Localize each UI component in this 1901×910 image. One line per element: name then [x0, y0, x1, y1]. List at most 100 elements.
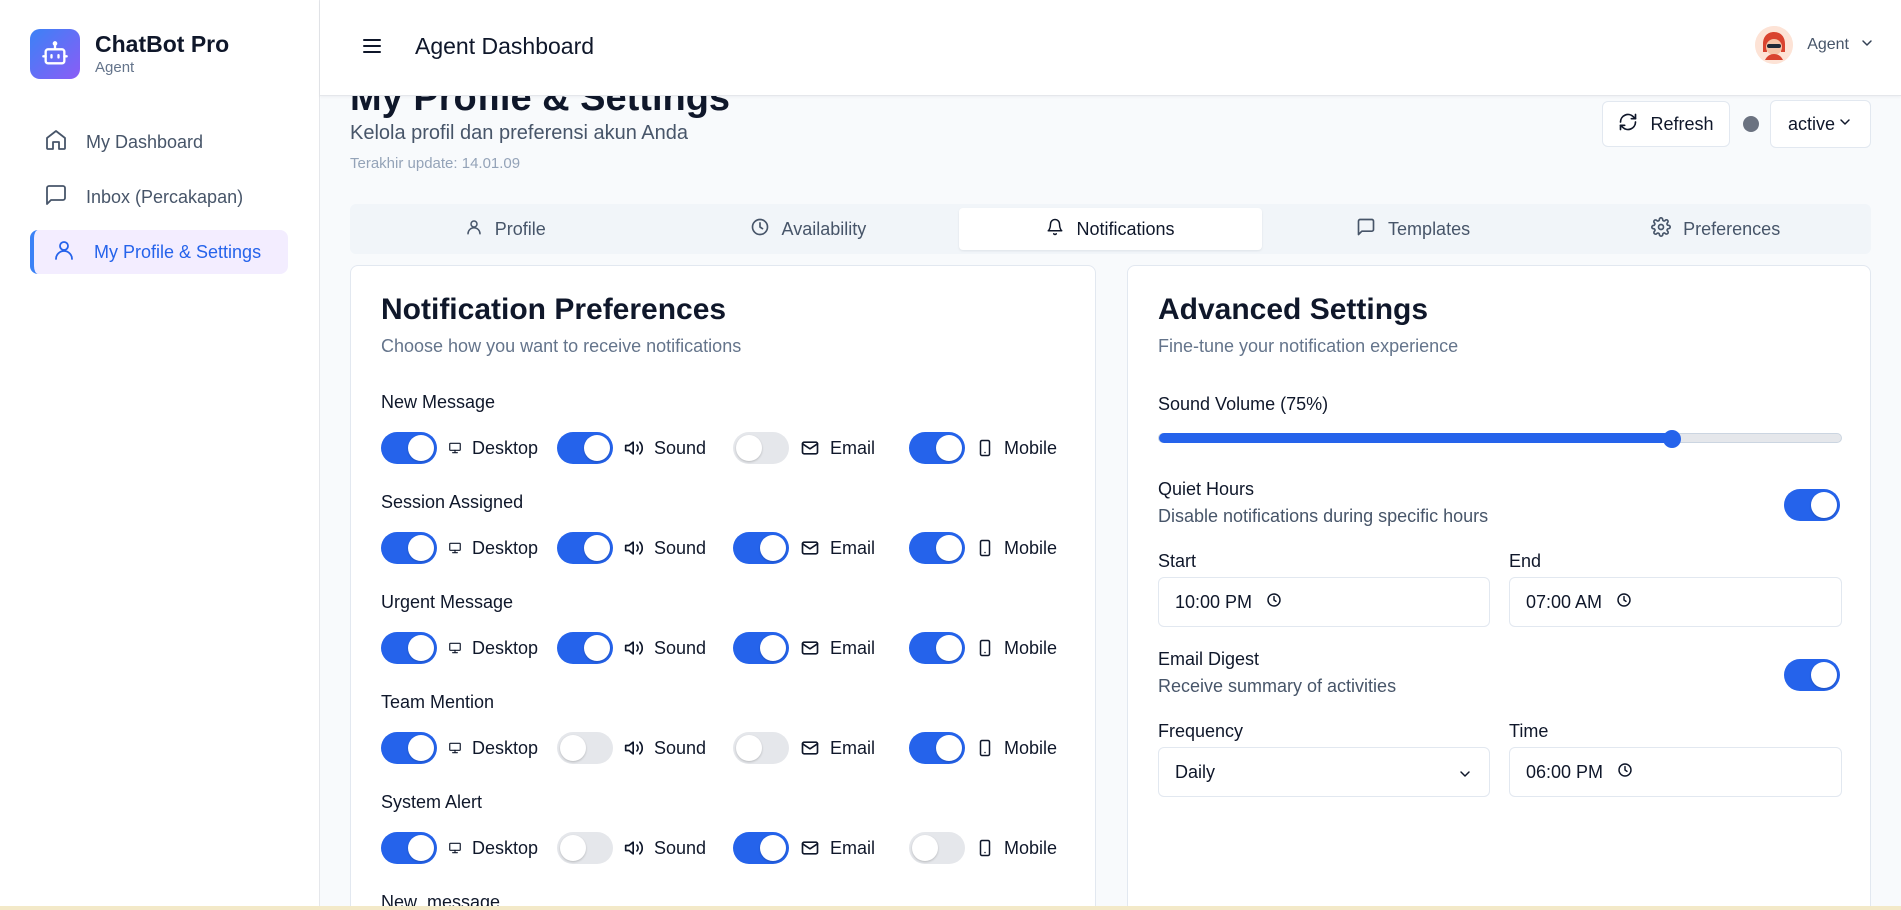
- gear-icon: [1651, 216, 1683, 242]
- toggle-switch[interactable]: [381, 832, 437, 864]
- tab-label: Availability: [781, 218, 867, 239]
- start-label: Start: [1158, 551, 1197, 571]
- toggle-switch[interactable]: [909, 732, 965, 764]
- sound-volume-label: Sound Volume (75%): [1158, 394, 1329, 414]
- sound-toggle[interactable]: Sound: [557, 732, 706, 764]
- start-time-input[interactable]: 10:00 PM: [1158, 577, 1490, 627]
- mobile-toggle[interactable]: Mobile: [909, 432, 1057, 464]
- toggle-knob: [408, 735, 434, 761]
- desktop-toggle[interactable]: Desktop: [381, 432, 538, 464]
- toggle-switch[interactable]: [733, 532, 789, 564]
- menu-button[interactable]: [360, 34, 384, 63]
- toggle-knob: [408, 435, 434, 461]
- email-digest-toggle[interactable]: [1784, 659, 1840, 691]
- desktop-toggle[interactable]: Desktop: [381, 832, 538, 864]
- toggle-switch[interactable]: [381, 732, 437, 764]
- email-toggle[interactable]: Email: [733, 632, 875, 664]
- email-digest-desc: Receive summary of activities: [1158, 676, 1397, 696]
- sound-toggle[interactable]: Sound: [557, 632, 706, 664]
- mobile-toggle[interactable]: Mobile: [909, 632, 1057, 664]
- end-time-input[interactable]: 07:00 AM: [1509, 577, 1842, 627]
- sound-toggle[interactable]: Sound: [557, 432, 706, 464]
- desktop-toggle[interactable]: Desktop: [381, 532, 538, 564]
- toggle-switch[interactable]: [909, 832, 965, 864]
- channel-label: Email: [830, 637, 876, 658]
- toggle-switch[interactable]: [909, 632, 965, 664]
- chevron-down-icon: [1835, 114, 1853, 135]
- speaker-icon: [624, 738, 644, 758]
- toggle-switch[interactable]: [733, 632, 789, 664]
- sidebar: ChatBot Pro Agent My Dashboard Inbox (Pe…: [0, 0, 320, 910]
- chat-bubble-icon: [1356, 217, 1388, 242]
- mail-icon: [800, 438, 820, 458]
- toggle-switch[interactable]: [1784, 489, 1840, 521]
- desktop-toggle[interactable]: Desktop: [381, 632, 538, 664]
- digest-time-value: 06:00 PM: [1526, 761, 1604, 782]
- quiet-hours-toggle[interactable]: [1784, 489, 1840, 521]
- speaker-icon: [624, 838, 644, 858]
- tab-label: Preferences: [1683, 218, 1781, 239]
- tab-templates[interactable]: Templates: [1262, 208, 1565, 250]
- card-title: Advanced Settings: [1158, 293, 1429, 326]
- refresh-button[interactable]: Refresh: [1602, 101, 1730, 147]
- toggle-knob: [936, 535, 962, 561]
- time-label: Time: [1509, 721, 1549, 741]
- tab-profile[interactable]: Profile: [354, 208, 657, 250]
- toggle-switch[interactable]: [909, 432, 965, 464]
- toggle-switch[interactable]: [557, 732, 613, 764]
- start-time-value: 10:00 PM: [1175, 591, 1253, 612]
- notification-group-label: Urgent Message: [381, 592, 514, 612]
- notification-group: System Alert Desktop Sound Email Mobile: [381, 792, 1071, 864]
- toggle-switch[interactable]: [733, 432, 789, 464]
- end-time-value: 07:00 AM: [1526, 591, 1603, 612]
- toggle-switch[interactable]: [733, 832, 789, 864]
- desktop-toggle[interactable]: Desktop: [381, 732, 538, 764]
- sound-toggle[interactable]: Sound: [557, 532, 706, 564]
- smartphone-icon: [976, 538, 994, 558]
- toggle-switch[interactable]: [557, 432, 613, 464]
- user-menu[interactable]: Agent: [1755, 26, 1875, 64]
- advanced-settings-card: Advanced Settings Fine-tune your notific…: [1127, 265, 1871, 910]
- sound-toggle[interactable]: Sound: [557, 832, 706, 864]
- tab-preferences[interactable]: Preferences: [1564, 208, 1867, 250]
- clock-icon: [1252, 592, 1282, 613]
- toggle-switch[interactable]: [381, 532, 437, 564]
- email-toggle[interactable]: Email: [733, 832, 875, 864]
- slider-thumb[interactable]: [1663, 430, 1681, 448]
- bottom-edge: [0, 906, 1901, 910]
- card-title: Notification Preferences: [381, 293, 727, 326]
- toggle-switch[interactable]: [557, 832, 613, 864]
- toggle-switch[interactable]: [909, 532, 965, 564]
- brand[interactable]: ChatBot Pro Agent: [30, 29, 229, 79]
- channel-label: Desktop: [472, 437, 539, 458]
- mobile-toggle[interactable]: Mobile: [909, 732, 1057, 764]
- sidebar-item-profile-settings[interactable]: My Profile & Settings: [30, 230, 288, 274]
- email-toggle[interactable]: Email: [733, 732, 875, 764]
- page-subtitle: Kelola profil dan preferensi akun Anda: [350, 122, 689, 144]
- monitor-icon: [448, 441, 462, 455]
- frequency-select[interactable]: Daily: [1158, 747, 1490, 797]
- sound-volume-slider[interactable]: [1158, 430, 1842, 448]
- mobile-toggle[interactable]: Mobile: [909, 532, 1057, 564]
- digest-time-input[interactable]: 06:00 PM: [1509, 747, 1842, 797]
- toggle-switch[interactable]: [1784, 659, 1840, 691]
- email-toggle[interactable]: Email: [733, 532, 875, 564]
- mobile-toggle[interactable]: Mobile: [909, 832, 1057, 864]
- tab-label: Notifications: [1076, 218, 1175, 239]
- email-toggle[interactable]: Email: [733, 432, 875, 464]
- toggle-switch[interactable]: [381, 632, 437, 664]
- toggle-knob: [584, 435, 610, 461]
- quiet-hours-title: Quiet Hours: [1158, 479, 1255, 499]
- status-select[interactable]: active: [1770, 100, 1871, 148]
- channel-label: Sound: [654, 837, 707, 858]
- chevron-down-icon: [1859, 35, 1875, 56]
- toggle-knob: [408, 635, 434, 661]
- toggle-switch[interactable]: [557, 532, 613, 564]
- sidebar-item-inbox[interactable]: Inbox (Percakapan): [30, 175, 288, 219]
- tab-notifications[interactable]: Notifications: [959, 208, 1262, 250]
- toggle-switch[interactable]: [381, 432, 437, 464]
- sidebar-item-my-dashboard[interactable]: My Dashboard: [30, 120, 288, 164]
- toggle-switch[interactable]: [557, 632, 613, 664]
- toggle-switch[interactable]: [733, 732, 789, 764]
- tab-availability[interactable]: Availability: [657, 208, 960, 250]
